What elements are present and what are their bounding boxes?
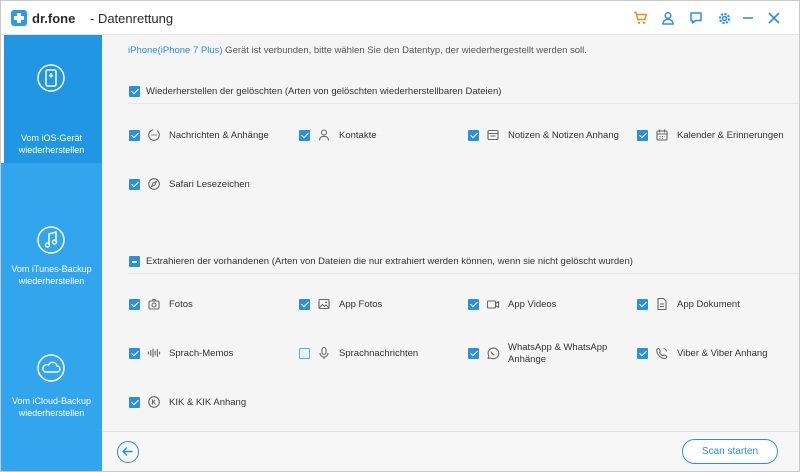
title-bar: dr.fone - Datenrettung (1, 1, 799, 35)
sidebar-item-itunes-backup[interactable]: Vom iTunes-Backup wiederherstellen (1, 195, 102, 323)
option-viber[interactable]: Viber & Viber Anhang (637, 342, 797, 366)
module-title: - Datenrettung (90, 11, 174, 26)
option-kik-checkbox[interactable] (129, 397, 140, 408)
microphone-icon (319, 346, 329, 359)
close-icon[interactable] (765, 9, 783, 27)
option-photos-checkbox[interactable] (129, 299, 140, 310)
sidebar-item-ios-device[interactable]: Vom iOS-Gerät wiederherstellen (1, 35, 102, 163)
video-icon (486, 300, 500, 309)
option-voice-memos-label: Sprach-Memos (169, 348, 234, 359)
music-restore-icon (37, 226, 65, 254)
option-photos-label: Fotos (169, 299, 193, 310)
option-voice-messages[interactable]: Sprachnachrichten (299, 342, 459, 366)
contact-icon (318, 129, 330, 141)
option-contacts-checkbox[interactable] (299, 130, 310, 141)
cart-icon[interactable] (631, 9, 649, 27)
arrow-left-icon (122, 447, 133, 456)
deleted-section-title: Wiederherstellen der gelöschten (Arten v… (146, 86, 502, 97)
message-icon (148, 129, 160, 141)
safari-icon (148, 178, 160, 190)
option-whatsapp[interactable]: WhatsApp & WhatsApp Anhänge (468, 342, 628, 366)
option-contacts[interactable]: Kontakte (299, 124, 459, 148)
option-calendar[interactable]: Kalender & Erinnerungen (637, 124, 797, 148)
existing-section-checkbox[interactable] (129, 256, 140, 267)
option-messages[interactable]: Nachrichten & Anhänge (129, 124, 289, 148)
option-voice-messages-label: Sprachnachrichten (339, 348, 419, 359)
section-divider (128, 103, 799, 104)
waveform-icon (147, 348, 161, 358)
device-status-text: Gerät ist verbunden, bitte wählen Sie de… (222, 45, 587, 56)
calendar-icon (656, 129, 668, 141)
back-button[interactable] (117, 441, 139, 463)
minimize-icon[interactable] (739, 9, 757, 27)
drfone-logo-icon (11, 10, 27, 26)
option-voice-memos[interactable]: Sprach-Memos (129, 342, 289, 366)
app-window: dr.fone - Datenrettung Vom iOS-Gerät wie… (0, 0, 800, 472)
feedback-icon[interactable] (687, 9, 705, 27)
user-icon[interactable] (659, 9, 677, 27)
option-app-videos-checkbox[interactable] (468, 299, 479, 310)
cloud-restore-icon (37, 354, 65, 382)
option-app-document-label: App Dokument (677, 299, 740, 310)
option-calendar-checkbox[interactable] (637, 130, 648, 141)
phone-restore-icon (37, 64, 65, 92)
option-safari-checkbox[interactable] (129, 179, 140, 190)
section-divider (128, 273, 799, 274)
option-whatsapp-label: WhatsApp & WhatsApp Anhänge (508, 342, 608, 365)
option-notes[interactable]: Notizen & Notizen Anhang (468, 124, 628, 148)
option-safari[interactable]: Safari Lesezeichen (129, 173, 289, 197)
option-contacts-label: Kontakte (339, 130, 377, 141)
notes-icon (487, 129, 499, 141)
option-app-videos[interactable]: App Videos (468, 293, 628, 317)
option-app-photos[interactable]: App Fotos (299, 293, 459, 317)
option-kik-label: KIK & KIK Anhang (169, 397, 247, 408)
option-viber-checkbox[interactable] (637, 348, 648, 359)
option-messages-label: Nachrichten & Anhänge (169, 130, 269, 141)
deleted-section-checkbox[interactable] (129, 86, 140, 97)
sidebar: Vom iOS-Gerät wiederherstellen Vom iTune… (1, 35, 102, 471)
device-status-line: iPhone(iPhone 7 Plus) Gerät ist verbunde… (128, 45, 587, 56)
option-voice-memos-checkbox[interactable] (129, 348, 140, 359)
device-name: iPhone(iPhone 7 Plus) (128, 45, 223, 56)
viber-icon (656, 347, 668, 360)
document-icon (657, 297, 667, 311)
brand-name: dr.fone (32, 11, 76, 26)
whatsapp-icon (487, 347, 500, 360)
option-app-document[interactable]: App Dokument (637, 293, 797, 317)
option-messages-checkbox[interactable] (129, 130, 140, 141)
option-viber-label: Viber & Viber Anhang (677, 348, 768, 359)
sidebar-label-ios-device: Vom iOS-Gerät wiederherstellen (18, 133, 85, 155)
existing-section-title: Extrahieren der vorhandenen (Arten von D… (146, 256, 633, 267)
sidebar-item-icloud-backup[interactable]: Vom iCloud-Backup wiederherstellen (1, 325, 102, 453)
option-app-photos-label: App Fotos (339, 299, 383, 310)
option-whatsapp-checkbox[interactable] (468, 348, 479, 359)
image-icon (318, 298, 330, 310)
settings-icon[interactable] (715, 9, 733, 27)
option-app-photos-checkbox[interactable] (299, 299, 310, 310)
option-app-document-checkbox[interactable] (637, 299, 648, 310)
camera-icon (148, 299, 160, 310)
option-app-videos-label: App Videos (508, 299, 557, 310)
sidebar-label-itunes-backup: Vom iTunes-Backup wiederherstellen (11, 264, 92, 286)
kik-icon (148, 396, 160, 408)
sidebar-label-icloud-backup: Vom iCloud-Backup wiederherstellen (11, 396, 92, 418)
option-notes-checkbox[interactable] (468, 130, 479, 141)
option-calendar-label: Kalender & Erinnerungen (677, 130, 784, 141)
scan-start-button[interactable]: Scan starten (682, 439, 778, 464)
option-notes-label: Notizen & Notizen Anhang (508, 130, 619, 141)
footer-bar: Scan starten (102, 431, 799, 471)
option-photos[interactable]: Fotos (129, 293, 289, 317)
option-voice-messages-checkbox[interactable] (299, 348, 310, 359)
option-kik[interactable]: KIK & KIK Anhang (129, 391, 289, 415)
option-safari-label: Safari Lesezeichen (169, 179, 250, 190)
main-panel: iPhone(iPhone 7 Plus) Gerät ist verbunde… (102, 35, 799, 471)
